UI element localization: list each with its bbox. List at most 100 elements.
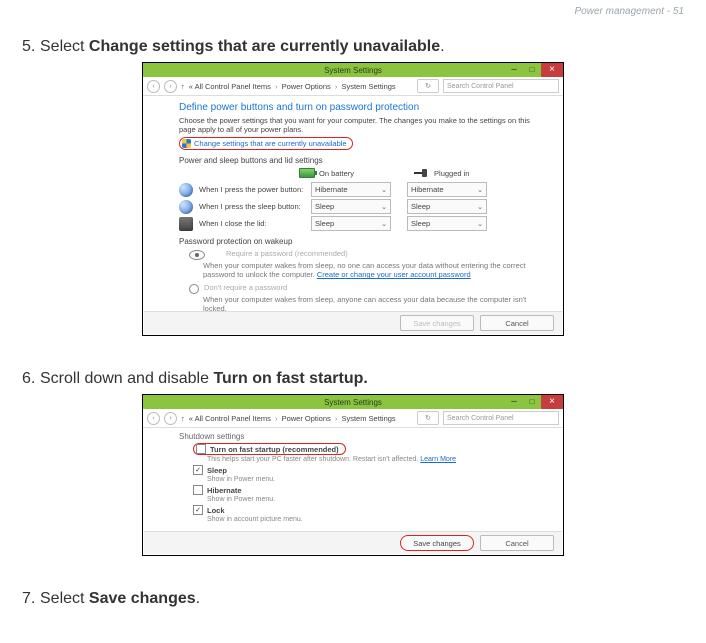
step-5-number: 5. [22, 38, 40, 56]
breadcrumb-sep: › [335, 82, 338, 91]
row-sleep-button: When I press the sleep button: Sleep⌄ Sl… [179, 199, 539, 214]
breadcrumb-item-1[interactable]: Power Options [282, 82, 331, 91]
close-button[interactable] [541, 63, 563, 77]
row-label: When I press the power button: [199, 185, 311, 194]
back-button[interactable]: ‹ [147, 80, 160, 93]
forward-button[interactable]: › [164, 80, 177, 93]
close-button[interactable] [541, 395, 563, 409]
power-buttons-section: Power and sleep buttons and lid settings… [179, 156, 539, 231]
require-password-help: When your computer wakes from sleep, no … [203, 261, 539, 280]
row-close-lid: When I close the lid: Sleep⌄ Sleep⌄ [179, 216, 539, 231]
window-titlebar: System Settings [143, 395, 563, 409]
step-6: 6.Scroll down and disable Turn on fast s… [22, 370, 684, 388]
change-settings-link[interactable]: Change settings that are currently unava… [194, 139, 347, 148]
fast-startup-checkbox[interactable] [196, 444, 206, 454]
window-buttons [505, 395, 563, 409]
fast-startup-outline: Turn on fast startup (recommended) [193, 443, 346, 455]
step-6-number: 6. [22, 370, 40, 388]
step-5-pre: Select [40, 38, 89, 55]
col-on-battery: On battery [299, 168, 354, 178]
back-button[interactable]: ‹ [147, 412, 160, 425]
step-7-bold: Save changes [89, 590, 196, 607]
panel-desc: Choose the power settings that you want … [179, 116, 539, 134]
step-5-post: . [440, 38, 444, 55]
radio-require-label: Require a password (recommended) [226, 249, 348, 258]
maximize-button[interactable] [523, 63, 541, 77]
breadcrumb-item-0[interactable]: All Control Panel Items [195, 82, 271, 91]
screenshot-2: System Settings ‹ › ↑ « All Control Pane… [142, 394, 564, 556]
chevron-down-icon: ⌄ [381, 220, 387, 228]
lock-label: Lock [207, 506, 225, 515]
step-5: 5.Select Change settings that are curren… [22, 38, 684, 56]
power-battery-select[interactable]: Hibernate⌄ [311, 182, 391, 197]
up-icon[interactable]: ↑ [181, 82, 185, 91]
screenshot-1: System Settings ‹ › ↑ « All Control Pane… [142, 62, 564, 336]
window-titlebar: System Settings [143, 63, 563, 77]
maximize-button[interactable] [523, 395, 541, 409]
create-password-link[interactable]: Create or change your user account passw… [317, 270, 471, 279]
sleep-sub: Show in Power menu. [207, 476, 539, 483]
password-section-title: Password protection on wakeup [179, 237, 539, 246]
page-header: Power management - 51 [574, 6, 684, 17]
window-title: System Settings [324, 66, 382, 75]
lid-battery-select[interactable]: Sleep⌄ [311, 216, 391, 231]
lock-checkbox[interactable] [193, 505, 203, 515]
chevron-down-icon: ⌄ [381, 203, 387, 211]
lid-plugged-select[interactable]: Sleep⌄ [407, 216, 487, 231]
dialog-footer: Save changes Cancel [144, 311, 562, 334]
hibernate-checkbox[interactable] [193, 485, 203, 495]
learn-more-link[interactable]: Learn More [420, 456, 456, 463]
refresh-button[interactable]: ↻ [417, 411, 439, 425]
step-5-bold: Change settings that are currently unava… [89, 38, 440, 55]
row-label: When I close the lid: [199, 219, 311, 228]
step-7: 7.Select Save changes. [22, 590, 684, 608]
up-icon[interactable]: ↑ [181, 414, 185, 423]
radio-no-password[interactable] [189, 284, 199, 294]
row-power-button: When I press the power button: Hibernate… [179, 182, 539, 197]
lock-sub: Show in account picture menu. [207, 516, 539, 523]
step-7-number: 7. [22, 590, 40, 608]
search-input[interactable]: Search Control Panel [443, 411, 559, 425]
breadcrumb-item-0[interactable]: All Control Panel Items [195, 414, 271, 423]
breadcrumb[interactable]: « All Control Panel Items › Power Option… [189, 82, 409, 91]
sleep-plugged-select[interactable]: Sleep⌄ [407, 199, 487, 214]
sleep-battery-select[interactable]: Sleep⌄ [311, 199, 391, 214]
fast-startup-label: Turn on fast startup (recommended) [210, 445, 339, 454]
search-input[interactable]: Search Control Panel [443, 79, 559, 93]
radio-require-password[interactable] [189, 250, 205, 260]
forward-button[interactable]: › [164, 412, 177, 425]
breadcrumb-sep: › [275, 414, 278, 423]
minimize-button[interactable] [505, 63, 523, 77]
save-changes-button[interactable]: Save changes [400, 535, 474, 551]
password-section: Password protection on wakeup Require a … [179, 237, 539, 314]
shield-icon [182, 139, 191, 148]
breadcrumb-item-2[interactable]: System Settings [341, 414, 395, 423]
toolbar: ‹ › ↑ « All Control Panel Items › Power … [143, 77, 563, 96]
window-buttons [505, 63, 563, 77]
dialog-footer: Save changes Cancel [144, 531, 562, 554]
breadcrumb-item-1[interactable]: Power Options [282, 414, 331, 423]
step-6-pre: Scroll down and disable [40, 370, 213, 387]
refresh-button[interactable]: ↻ [417, 79, 439, 93]
step-7-post: . [196, 590, 200, 607]
breadcrumb-sep: › [335, 414, 338, 423]
breadcrumb-item-2[interactable]: System Settings [341, 82, 395, 91]
cancel-button[interactable]: Cancel [480, 315, 554, 331]
minimize-button[interactable] [505, 395, 523, 409]
power-icon [179, 183, 193, 197]
sleep-icon [179, 200, 193, 214]
battery-icon [299, 168, 315, 178]
sleep-label: Sleep [207, 466, 227, 475]
power-plugged-select[interactable]: Hibernate⌄ [407, 182, 487, 197]
sleep-checkbox[interactable] [193, 465, 203, 475]
panel-body-2: Shutdown settings Turn on fast startup (… [143, 428, 563, 529]
hibernate-label: Hibernate [207, 486, 242, 495]
fast-startup-sub: This helps start your PC faster after sh… [207, 456, 539, 463]
chevron-down-icon: ⌄ [477, 186, 483, 194]
breadcrumb-sep: › [275, 82, 278, 91]
cancel-button[interactable]: Cancel [480, 535, 554, 551]
toolbar: ‹ › ↑ « All Control Panel Items › Power … [143, 409, 563, 428]
breadcrumb[interactable]: « All Control Panel Items › Power Option… [189, 414, 409, 423]
save-changes-button[interactable]: Save changes [400, 315, 474, 331]
plug-icon [414, 168, 430, 178]
